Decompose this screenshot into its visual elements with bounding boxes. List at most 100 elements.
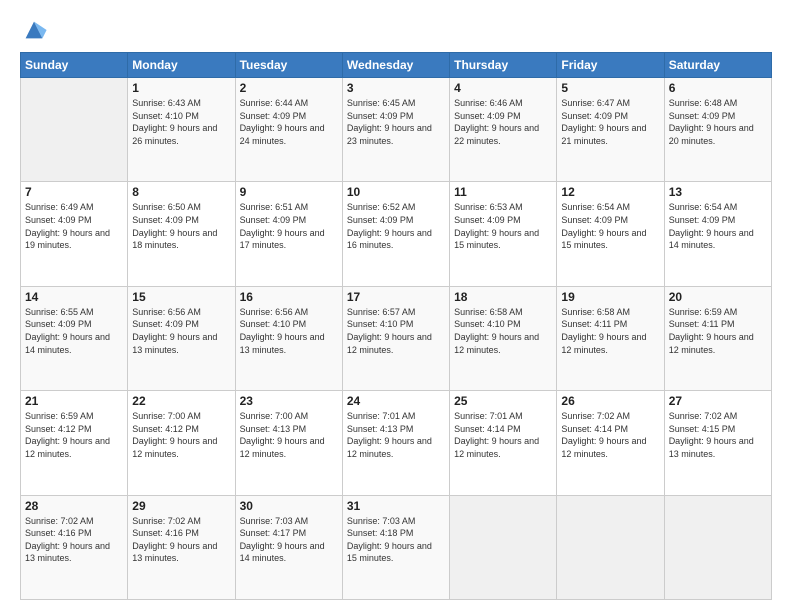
day-cell: 19Sunrise: 6:58 AMSunset: 4:11 PMDayligh… [557,286,664,390]
day-number: 6 [669,81,767,95]
day-cell: 14 Sunrise: 6:55 AMSunset: 4:09 PMDayligh… [21,286,128,390]
day-info: Sunrise: 7:00 AMSunset: 4:13 PMDaylight:… [240,410,338,460]
day-number: 13 [669,185,767,199]
week-row-0: 1 Sunrise: 6:43 AMSunset: 4:10 PMDaylight… [21,78,772,182]
day-cell: 6 Sunrise: 6:48 AMSunset: 4:09 PMDaylight… [664,78,771,182]
day-cell: 17Sunrise: 6:57 AMSunset: 4:10 PMDayligh… [342,286,449,390]
day-number: 14 [25,290,123,304]
logo-icon [20,16,48,44]
day-number: 25 [454,394,552,408]
day-cell: 10 Sunrise: 6:52 AMSunset: 4:09 PMDayligh… [342,182,449,286]
day-cell: 30 Sunrise: 7:03 AMSunset: 4:17 PMDayligh… [235,495,342,599]
day-cell: 20Sunrise: 6:59 AMSunset: 4:11 PMDayligh… [664,286,771,390]
weekday-friday: Friday [557,53,664,78]
day-number: 24 [347,394,445,408]
day-number: 31 [347,499,445,513]
day-info: Sunrise: 7:03 AMSunset: 4:17 PMDaylight:… [240,515,338,565]
day-number: 4 [454,81,552,95]
day-info: Sunrise: 6:56 AMSunset: 4:10 PMDaylight:… [240,306,338,356]
day-number: 1 [132,81,230,95]
day-info: Sunrise: 7:02 AMSunset: 4:16 PMDaylight:… [132,515,230,565]
day-info: Sunrise: 6:58 AMSunset: 4:10 PMDaylight:… [454,306,552,356]
day-number: 8 [132,185,230,199]
day-number: 22 [132,394,230,408]
weekday-saturday: Saturday [664,53,771,78]
week-row-1: 7Sunrise: 6:49 AMSunset: 4:09 PMDaylight… [21,182,772,286]
day-cell: 12 Sunrise: 6:54 AMSunset: 4:09 PMDayligh… [557,182,664,286]
day-info: Sunrise: 6:51 AMSunset: 4:09 PMDaylight:… [240,201,338,251]
day-number: 17 [347,290,445,304]
day-info: Sunrise: 6:44 AMSunset: 4:09 PMDaylight:… [240,97,338,147]
week-row-2: 14 Sunrise: 6:55 AMSunset: 4:09 PMDayligh… [21,286,772,390]
day-info: Sunrise: 7:01 AMSunset: 4:14 PMDaylight:… [454,410,552,460]
day-info: Sunrise: 6:59 AMSunset: 4:11 PMDaylight:… [669,306,767,356]
day-cell: 27Sunrise: 7:02 AMSunset: 4:15 PMDayligh… [664,391,771,495]
weekday-row: SundayMondayTuesdayWednesdayThursdayFrid… [21,53,772,78]
day-cell: 11Sunrise: 6:53 AMSunset: 4:09 PMDayligh… [450,182,557,286]
day-number: 10 [347,185,445,199]
day-info: Sunrise: 6:52 AMSunset: 4:09 PMDaylight:… [347,201,445,251]
day-info: Sunrise: 7:01 AMSunset: 4:13 PMDaylight:… [347,410,445,460]
day-info: Sunrise: 6:49 AMSunset: 4:09 PMDaylight:… [25,201,123,251]
day-info: Sunrise: 6:46 AMSunset: 4:09 PMDaylight:… [454,97,552,147]
week-row-3: 21Sunrise: 6:59 AMSunset: 4:12 PMDayligh… [21,391,772,495]
day-number: 5 [561,81,659,95]
weekday-wednesday: Wednesday [342,53,449,78]
calendar-header: SundayMondayTuesdayWednesdayThursdayFrid… [21,53,772,78]
day-number: 29 [132,499,230,513]
day-number: 16 [240,290,338,304]
calendar-table: SundayMondayTuesdayWednesdayThursdayFrid… [20,52,772,600]
header [20,16,772,44]
day-info: Sunrise: 6:58 AMSunset: 4:11 PMDaylight:… [561,306,659,356]
day-info: Sunrise: 6:43 AMSunset: 4:10 PMDaylight:… [132,97,230,147]
day-cell: 9 Sunrise: 6:51 AMSunset: 4:09 PMDaylight… [235,182,342,286]
week-row-4: 28Sunrise: 7:02 AMSunset: 4:16 PMDayligh… [21,495,772,599]
day-cell: 26Sunrise: 7:02 AMSunset: 4:14 PMDayligh… [557,391,664,495]
day-cell [450,495,557,599]
day-info: Sunrise: 6:45 AMSunset: 4:09 PMDaylight:… [347,97,445,147]
day-cell [557,495,664,599]
day-number: 30 [240,499,338,513]
day-cell: 18 Sunrise: 6:58 AMSunset: 4:10 PMDayligh… [450,286,557,390]
day-cell: 7Sunrise: 6:49 AMSunset: 4:09 PMDaylight… [21,182,128,286]
calendar-body: 1 Sunrise: 6:43 AMSunset: 4:10 PMDaylight… [21,78,772,600]
day-number: 23 [240,394,338,408]
day-cell: 1 Sunrise: 6:43 AMSunset: 4:10 PMDaylight… [128,78,235,182]
day-info: Sunrise: 7:00 AMSunset: 4:12 PMDaylight:… [132,410,230,460]
day-info: Sunrise: 6:54 AMSunset: 4:09 PMDaylight:… [669,201,767,251]
day-cell: 24 Sunrise: 7:01 AMSunset: 4:13 PMDayligh… [342,391,449,495]
day-cell: 3 Sunrise: 6:45 AMSunset: 4:09 PMDaylight… [342,78,449,182]
day-number: 9 [240,185,338,199]
day-info: Sunrise: 6:56 AMSunset: 4:09 PMDaylight:… [132,306,230,356]
weekday-monday: Monday [128,53,235,78]
day-cell: 31 Sunrise: 7:03 AMSunset: 4:18 PMDayligh… [342,495,449,599]
day-info: Sunrise: 7:03 AMSunset: 4:18 PMDaylight:… [347,515,445,565]
day-cell: 28Sunrise: 7:02 AMSunset: 4:16 PMDayligh… [21,495,128,599]
day-cell [21,78,128,182]
day-number: 2 [240,81,338,95]
day-cell: 21Sunrise: 6:59 AMSunset: 4:12 PMDayligh… [21,391,128,495]
day-number: 21 [25,394,123,408]
logo [20,16,52,44]
day-info: Sunrise: 6:54 AMSunset: 4:09 PMDaylight:… [561,201,659,251]
day-cell: 16 Sunrise: 6:56 AMSunset: 4:10 PMDayligh… [235,286,342,390]
weekday-sunday: Sunday [21,53,128,78]
day-number: 18 [454,290,552,304]
day-cell: 5 Sunrise: 6:47 AMSunset: 4:09 PMDaylight… [557,78,664,182]
day-info: Sunrise: 6:47 AMSunset: 4:09 PMDaylight:… [561,97,659,147]
day-cell: 13 Sunrise: 6:54 AMSunset: 4:09 PMDayligh… [664,182,771,286]
day-number: 27 [669,394,767,408]
day-number: 3 [347,81,445,95]
day-cell: 25 Sunrise: 7:01 AMSunset: 4:14 PMDayligh… [450,391,557,495]
weekday-tuesday: Tuesday [235,53,342,78]
day-cell [664,495,771,599]
day-number: 26 [561,394,659,408]
day-cell: 8Sunrise: 6:50 AMSunset: 4:09 PMDaylight… [128,182,235,286]
page: SundayMondayTuesdayWednesdayThursdayFrid… [0,0,792,612]
day-cell: 4 Sunrise: 6:46 AMSunset: 4:09 PMDaylight… [450,78,557,182]
day-info: Sunrise: 6:48 AMSunset: 4:09 PMDaylight:… [669,97,767,147]
day-info: Sunrise: 6:53 AMSunset: 4:09 PMDaylight:… [454,201,552,251]
day-number: 12 [561,185,659,199]
day-info: Sunrise: 6:55 AMSunset: 4:09 PMDaylight:… [25,306,123,356]
day-number: 15 [132,290,230,304]
